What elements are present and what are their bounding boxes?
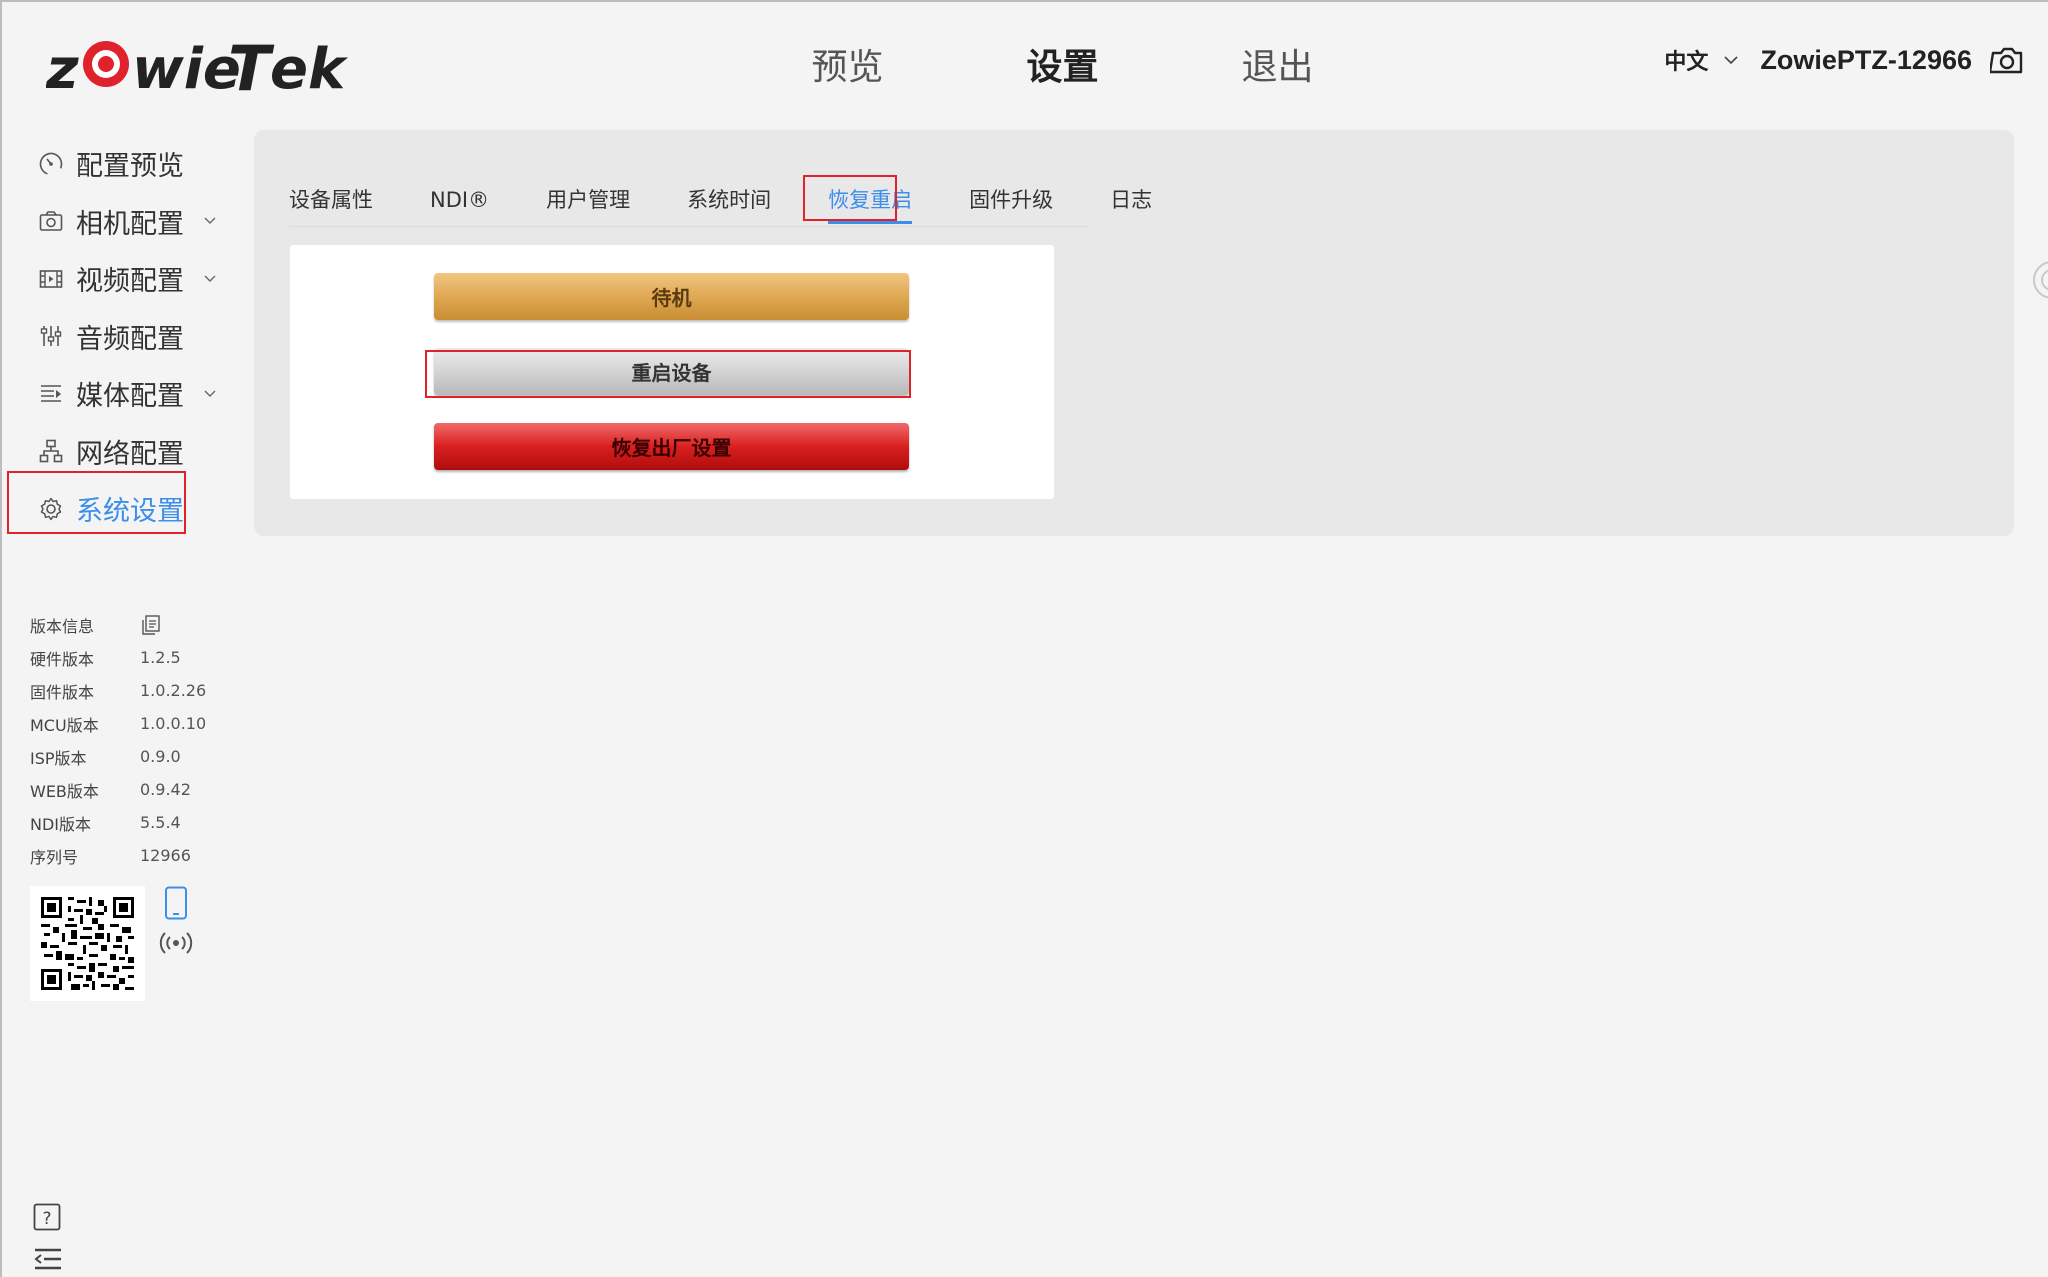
zowietek-logo: z wie T ek: [46, 32, 349, 100]
version-row: MCU版本 1.0.0.10: [30, 707, 250, 740]
version-key: 硬件版本: [30, 649, 95, 669]
version-row: 硬件版本 1.2.5: [30, 641, 250, 674]
sidebar-item-label: 相机配置: [76, 208, 184, 240]
svg-text:wie: wie: [132, 37, 241, 100]
sidebar: 配置预览 相机配置 视频配置 音频配置 媒体配置 网络配置 系统设置: [30, 135, 230, 538]
tab-ndi[interactable]: NDI®: [430, 182, 489, 218]
actions-card: 待机 重启设备 恢复出厂设置: [290, 245, 1054, 499]
qr-code-icon: [41, 897, 134, 990]
tab-log[interactable]: 日志: [1110, 182, 1152, 218]
version-row: WEB版本 0.9.42: [30, 773, 250, 806]
sidebar-item-config-preview[interactable]: 配置预览: [30, 135, 230, 193]
tab-system-time[interactable]: 系统时间: [687, 182, 771, 218]
version-value: 0.9.0: [140, 747, 181, 766]
language-select[interactable]: 中文: [1664, 44, 1740, 76]
tab-user-management[interactable]: 用户管理: [546, 182, 630, 218]
chevron-down-icon: [204, 390, 216, 397]
version-value: 0.9.42: [140, 780, 191, 799]
nav-preview[interactable]: 预览: [740, 40, 955, 96]
header-right: 中文 ZowiePTZ-12966: [1664, 44, 2024, 76]
sidebar-item-label: 媒体配置: [76, 381, 184, 413]
version-key: MCU版本: [30, 715, 99, 735]
sidebar-item-label: 网络配置: [76, 438, 184, 470]
copy-icon[interactable]: [140, 614, 162, 636]
svg-text:z: z: [46, 37, 79, 100]
version-info: 版本信息 硬件版本 1.2.5 固件版本 1.0.2.26 MCU版本 1.0.0.1…: [30, 608, 250, 872]
sidebar-item-label: 视频配置: [76, 266, 184, 298]
version-key: NDI版本: [30, 814, 92, 834]
version-row: 固件版本 1.0.2.26: [30, 674, 250, 707]
version-key: 固件版本: [30, 682, 95, 702]
sidebar-item-media[interactable]: 媒体配置: [30, 365, 230, 423]
version-key: ISP版本: [30, 748, 87, 768]
language-label: 中文: [1664, 50, 1709, 75]
chevron-down-icon: [204, 275, 216, 282]
version-value: 1.0.2.26: [140, 681, 207, 700]
audio-sliders-icon: [40, 326, 62, 347]
tab-device-properties[interactable]: 设备属性: [289, 182, 373, 218]
camera-icon[interactable]: [1990, 45, 2024, 75]
version-value: 1.0.0.10: [140, 714, 207, 733]
svg-text:T: T: [228, 32, 275, 100]
media-icon: [41, 384, 61, 402]
floating-handle-icon[interactable]: [2026, 258, 2048, 302]
version-value: 12966: [140, 846, 191, 865]
svg-text:ek: ek: [270, 37, 349, 100]
chevron-down-icon: [1724, 56, 1738, 65]
network-icon: [39, 439, 63, 463]
sidebar-item-network[interactable]: 网络配置: [30, 423, 230, 481]
version-info-title: 版本信息: [30, 616, 95, 636]
svg-text:?: ?: [42, 1209, 51, 1229]
qr-code: [30, 886, 145, 1001]
phone-icon[interactable]: [163, 886, 189, 920]
film-icon: [39, 269, 63, 288]
sidebar-item-video[interactable]: 视频配置: [30, 250, 230, 308]
factory-reset-button[interactable]: 恢复出厂设置: [434, 423, 909, 470]
tab-restore-reboot[interactable]: 恢复重启: [828, 182, 913, 224]
gear-icon: [40, 497, 62, 520]
reboot-button[interactable]: 重启设备: [434, 348, 909, 395]
top-nav: 预览 设置 退出: [740, 40, 1385, 96]
chevron-down-icon: [204, 217, 216, 225]
settings-panel: 设备属性 NDI® 用户管理 系统时间 恢复重启 固件升级 日志 待机 重启设备…: [254, 130, 2014, 536]
sidebar-item-label: 配置预览: [76, 151, 184, 183]
camera-icon: [39, 211, 63, 232]
gauge-icon: [39, 152, 63, 176]
version-key: WEB版本: [30, 781, 99, 801]
version-row: NDI版本 5.5.4: [30, 806, 250, 839]
version-row: 序列号 12966: [30, 839, 250, 872]
nav-settings[interactable]: 设置: [955, 40, 1170, 96]
standby-button[interactable]: 待机: [434, 273, 909, 320]
collapse-menu-icon[interactable]: [33, 1247, 63, 1271]
version-key: 序列号: [30, 847, 79, 867]
help-icon[interactable]: ?: [33, 1203, 61, 1231]
sidebar-item-system[interactable]: 系统设置: [30, 480, 230, 538]
sidebar-item-label: 系统设置: [76, 496, 184, 528]
tab-divider: [289, 226, 1089, 227]
sidebar-item-label: 音频配置: [76, 323, 184, 355]
version-value: 1.2.5: [140, 648, 181, 667]
version-row: ISP版本 0.9.0: [30, 740, 250, 773]
version-value: 5.5.4: [140, 813, 181, 832]
nav-logout[interactable]: 退出: [1170, 40, 1385, 96]
broadcast-icon[interactable]: [158, 928, 194, 958]
sidebar-item-audio[interactable]: 音频配置: [30, 308, 230, 366]
tab-firmware-upgrade[interactable]: 固件升级: [969, 182, 1053, 218]
tab-bar: 设备属性 NDI® 用户管理 系统时间 恢复重启 固件升级 日志: [289, 182, 1152, 224]
version-info-header: 版本信息: [30, 608, 250, 641]
sidebar-item-camera[interactable]: 相机配置: [30, 193, 230, 251]
device-name: ZowiePTZ-12966: [1760, 44, 1972, 75]
